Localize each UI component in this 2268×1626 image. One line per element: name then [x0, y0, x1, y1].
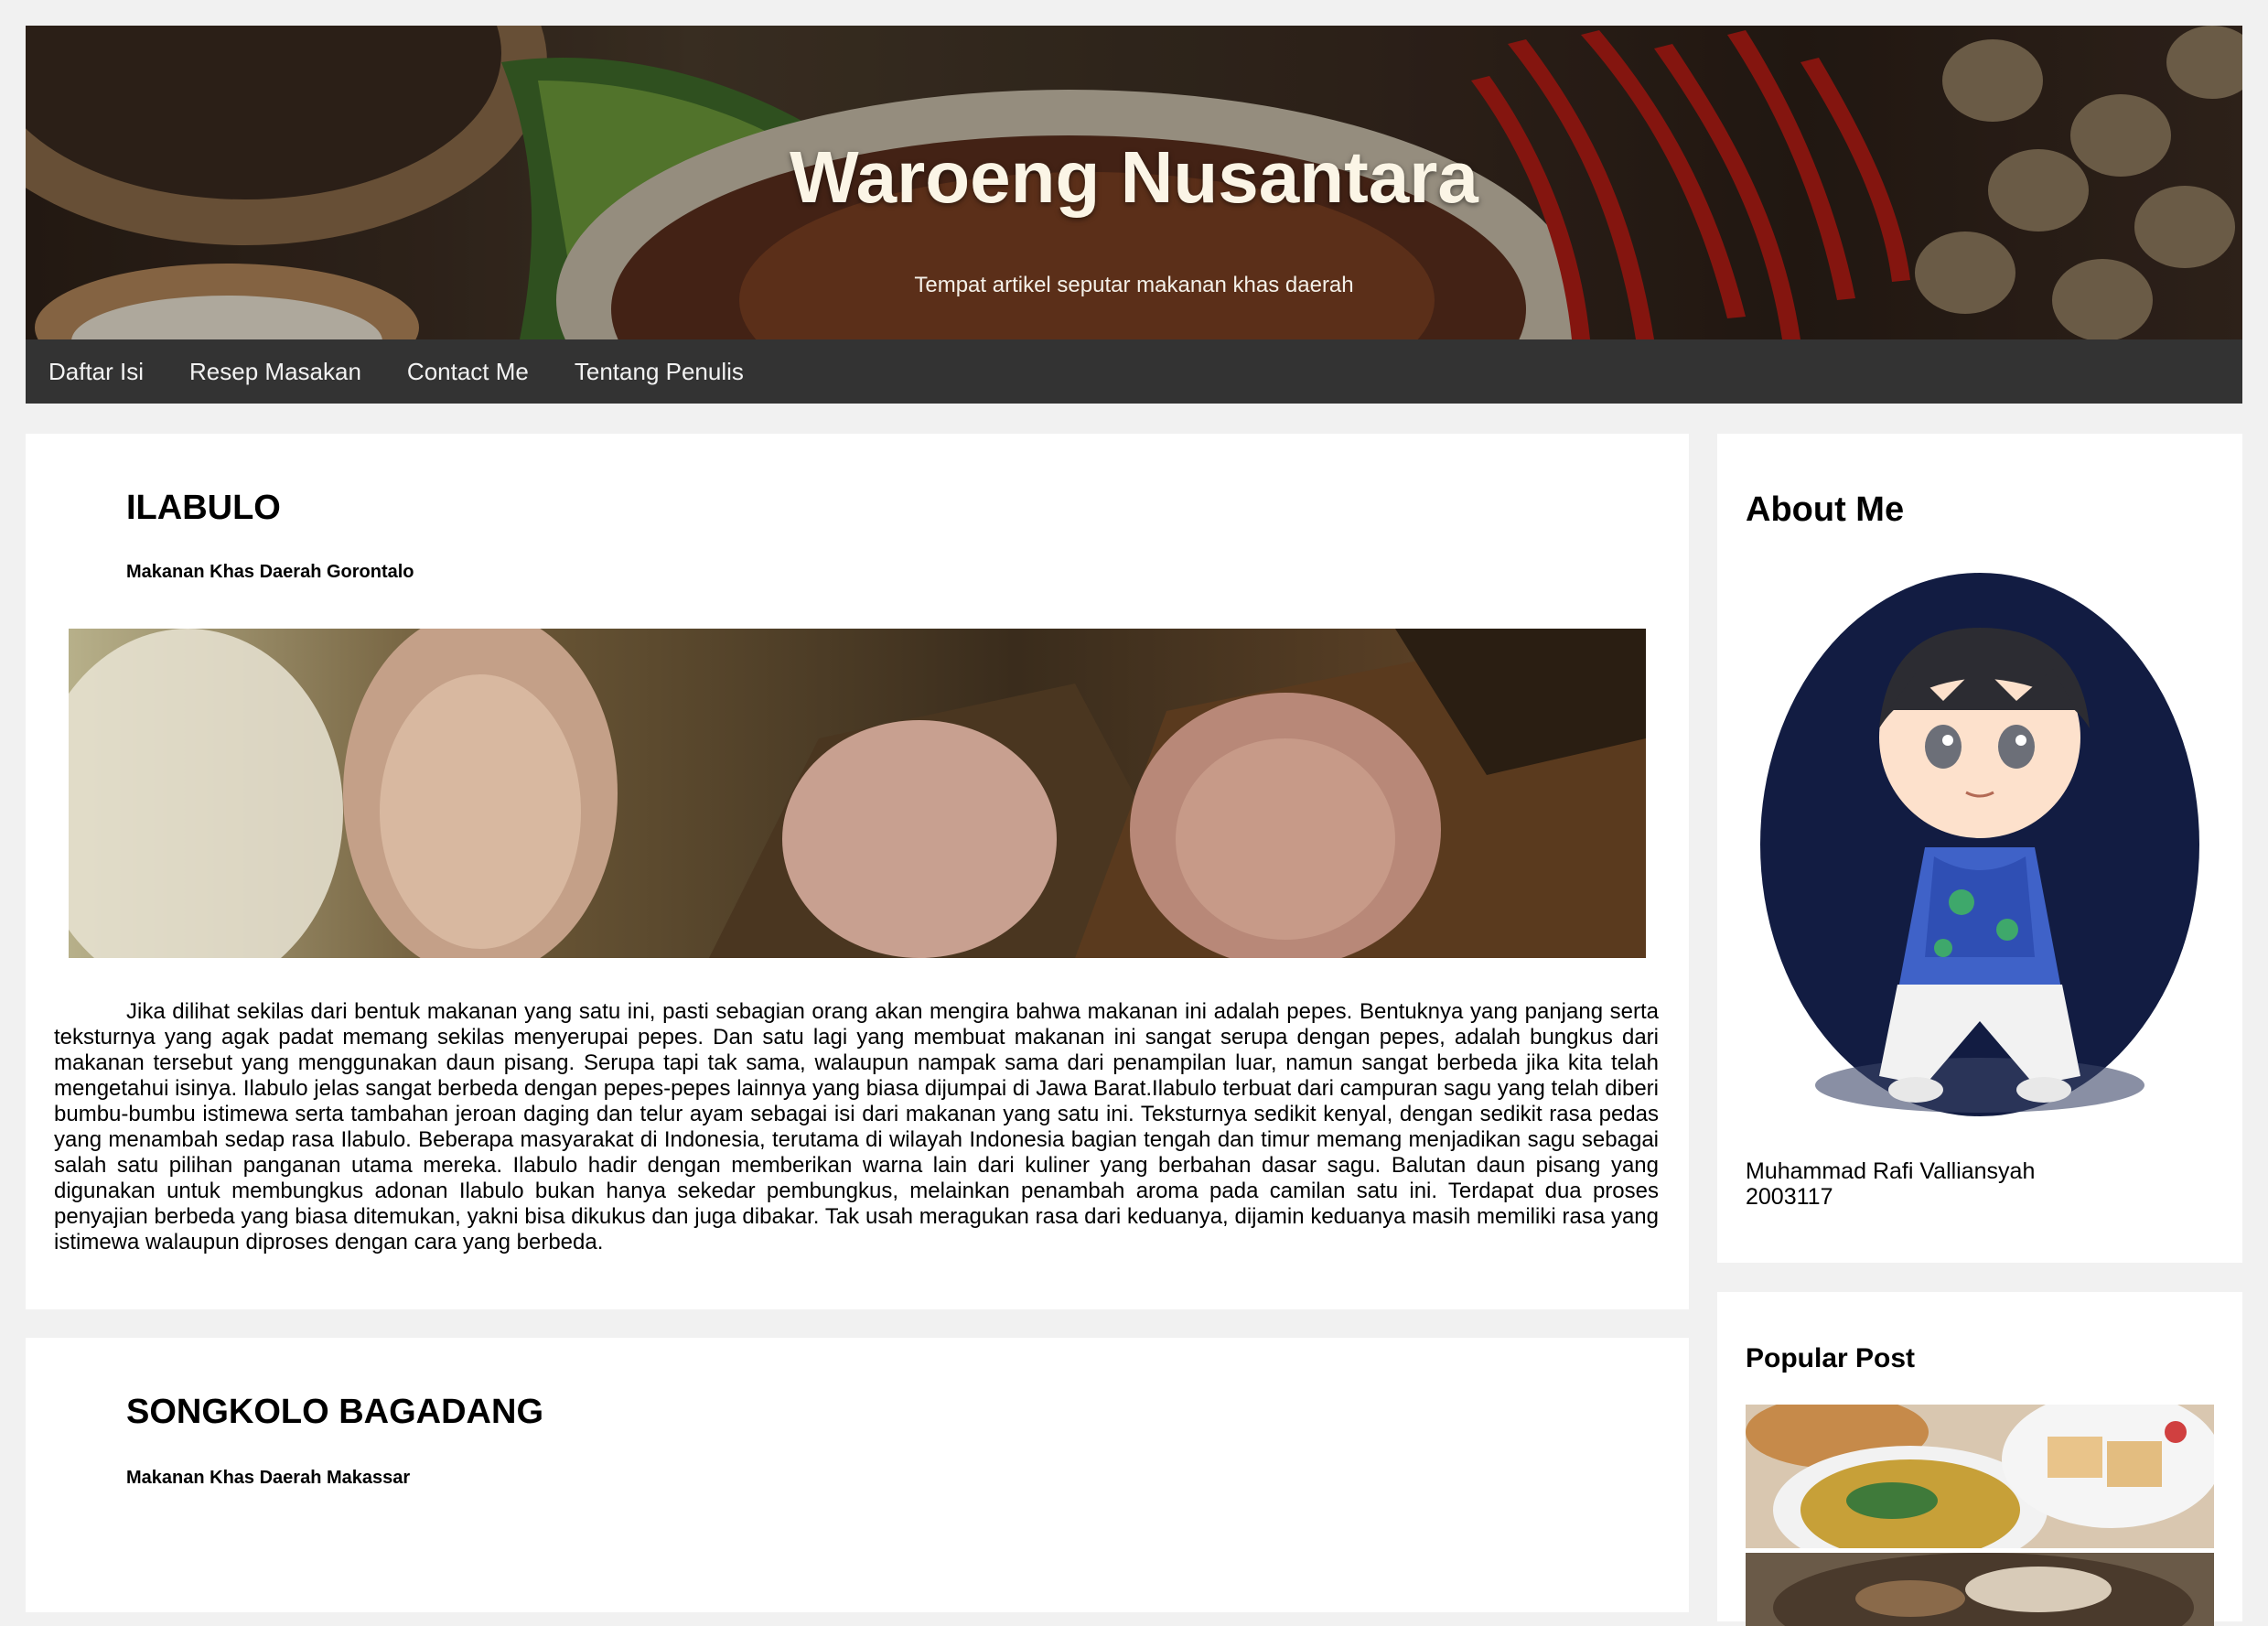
- about-me-title: About Me: [1746, 490, 1905, 529]
- site-header: Waroeng Nusantara Tempat artikel seputar…: [26, 26, 2242, 339]
- popular-post-widget: Popular Post: [1717, 1292, 2242, 1626]
- popular-post-2-photo[interactable]: [1746, 1553, 2214, 1626]
- nav-item-resep-masakan[interactable]: Resep Masakan: [167, 339, 384, 404]
- nav-item-contact-me[interactable]: Contact Me: [384, 339, 552, 404]
- site-title: Waroeng Nusantara: [790, 136, 1478, 218]
- post-title[interactable]: SONGKOLO BAGADANG: [126, 1393, 543, 1432]
- popular-post-1-photo[interactable]: [1746, 1405, 2214, 1548]
- author-name: Muhammad Rafi Valliansyah: [1746, 1158, 2036, 1184]
- post-body: Jika dilihat sekilas dari bentuk makanan…: [54, 999, 1659, 1254]
- site-subtitle: Tempat artikel seputar makanan khas daer…: [914, 273, 1354, 297]
- post-title[interactable]: ILABULO: [126, 489, 281, 528]
- nav-item-daftar-isi[interactable]: Daftar Isi: [26, 339, 167, 404]
- post-card-ilabulo: ILABULO Makanan Khas Daerah Gorontalo Ji…: [26, 434, 1689, 1309]
- popular-post-title: Popular Post: [1746, 1343, 1916, 1373]
- ilabulo-food-photo: [69, 629, 1646, 958]
- popular-post-1-art: [1746, 1405, 2214, 1548]
- top-navigation: Daftar Isi Resep Masakan Contact Me Tent…: [26, 339, 2242, 404]
- post-subtitle: Makanan Khas Daerah Gorontalo: [126, 562, 414, 582]
- author-avatar: [1760, 573, 2199, 1116]
- post-card-songkolo: SONGKOLO BAGADANG Makanan Khas Daerah Ma…: [26, 1338, 1689, 1612]
- author-id: 2003117: [1746, 1184, 1833, 1210]
- ilabulo-image-art: [69, 629, 1646, 958]
- popular-post-2-art: [1746, 1553, 2214, 1626]
- post-subtitle: Makanan Khas Daerah Makassar: [126, 1468, 411, 1488]
- nav-item-tentang-penulis[interactable]: Tentang Penulis: [552, 339, 767, 404]
- about-me-widget: About Me Muhammad Rafi Valliansyah 20031…: [1717, 434, 2242, 1263]
